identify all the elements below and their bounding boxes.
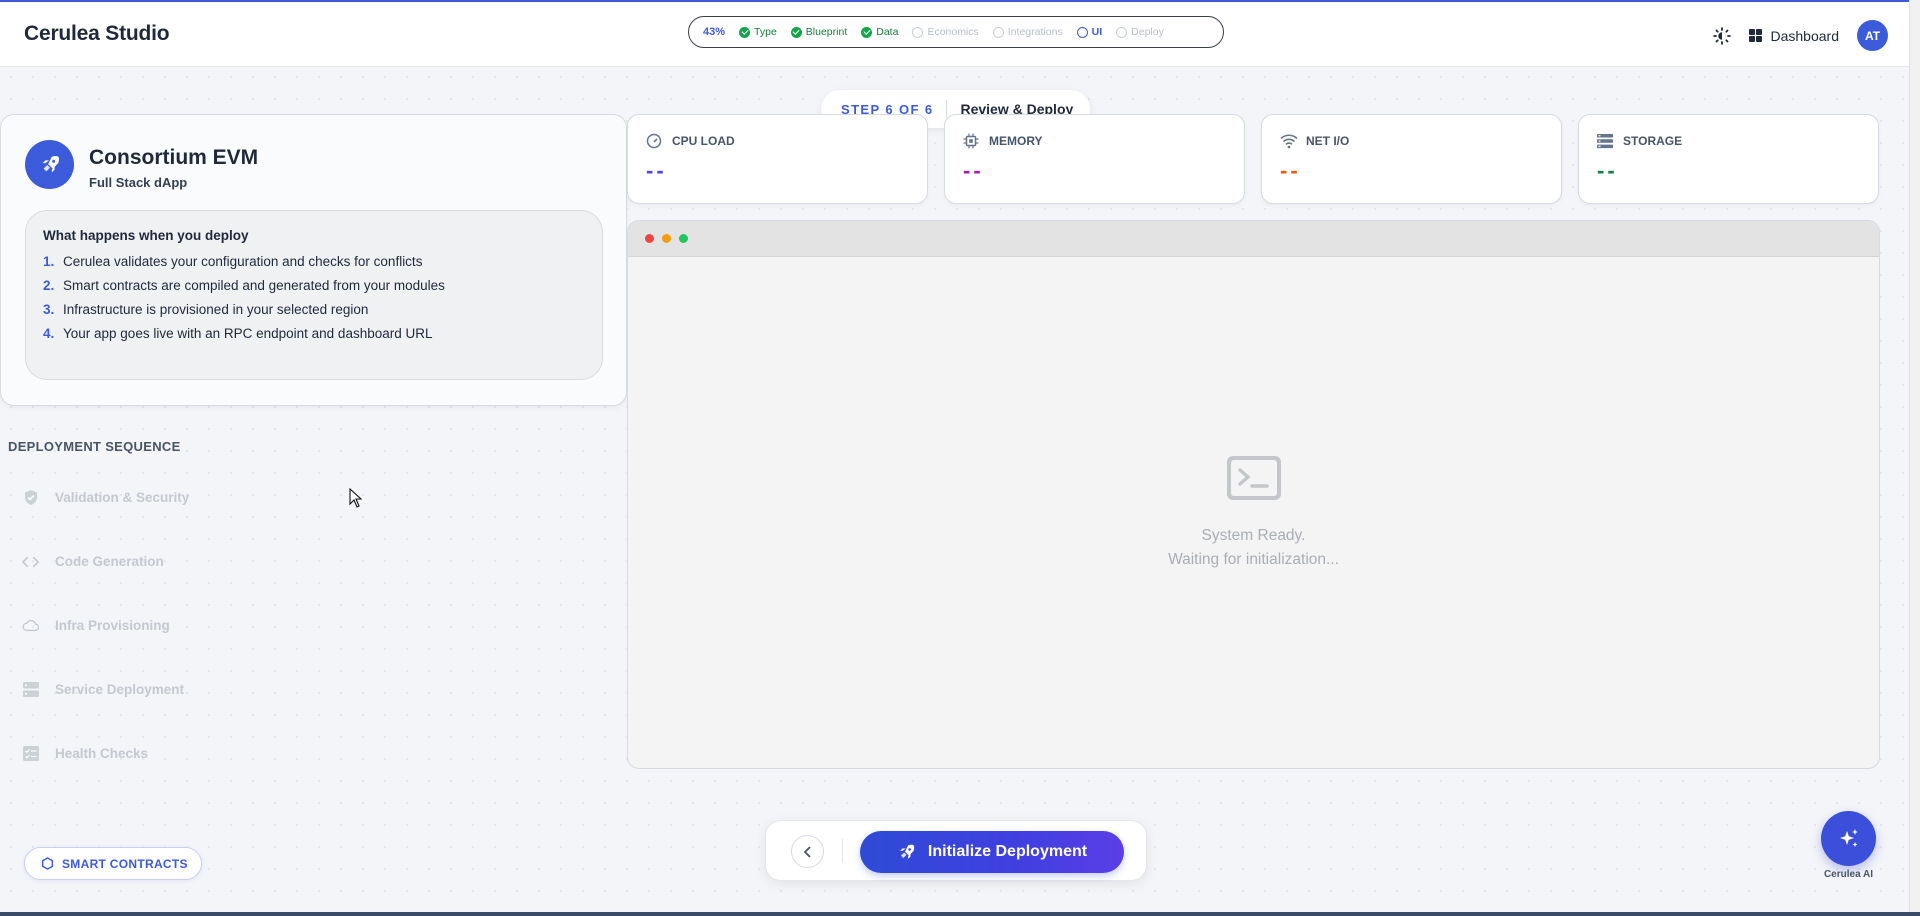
user-avatar[interactable]: AT [1857, 20, 1888, 51]
code-icon [22, 553, 39, 570]
sequence-item-service: Service Deployment [22, 681, 184, 698]
explainer-item: 1. Cerulea validates your configuration a… [43, 254, 423, 269]
window-maximize-dot [679, 234, 688, 243]
divider [842, 839, 843, 863]
wifi-icon [1280, 133, 1298, 149]
deployment-sequence-title: DEPLOYMENT SEQUENCE [8, 439, 181, 454]
project-name: Consortium EVM [89, 146, 259, 169]
database-icon [1597, 133, 1613, 149]
ai-assistant-label: Cerulea AI [1823, 869, 1874, 880]
circle-icon [1076, 26, 1088, 38]
progress-step-ui[interactable]: UI [1076, 26, 1102, 38]
explainer-list: 1. Cerulea validates your configuration a… [43, 254, 585, 341]
metric-value: -- [1597, 158, 1618, 183]
ai-assistant-button[interactable] [1821, 811, 1876, 866]
project-summary-card: Consortium EVM Full Stack dApp What happ… [0, 114, 627, 406]
smart-contracts-button[interactable]: SMART CONTRACTS [24, 847, 202, 880]
progress-step-type[interactable]: Type [739, 26, 777, 38]
initialize-deployment-button[interactable]: Initialize Deployment [860, 831, 1124, 873]
check-icon [790, 26, 802, 38]
checklist-icon [22, 745, 39, 762]
metric-value: -- [646, 158, 667, 183]
metric-label: NET I/O [1306, 134, 1350, 148]
window-close-dot [645, 234, 654, 243]
explainer-item: 4. Your app goes live with an RPC endpoin… [43, 326, 433, 341]
action-bar: Initialize Deployment [765, 820, 1147, 881]
check-icon [861, 26, 873, 38]
circle-icon [992, 26, 1004, 38]
progress-percent: 43% [703, 26, 726, 38]
explainer-title: What happens when you deploy [43, 228, 249, 243]
project-type: Full Stack dApp [89, 175, 188, 190]
sequence-item-health: Health Checks [22, 745, 148, 762]
header-actions: Dashboard AT [1712, 20, 1888, 51]
cloud-icon [22, 617, 39, 634]
server-icon [22, 681, 39, 698]
wizard-progress: 43% Type Blueprint Data Economics Integr… [688, 16, 1224, 48]
gauge-icon [646, 133, 662, 149]
dashboard-button[interactable]: Dashboard [1748, 28, 1839, 44]
hexagon-icon [41, 857, 54, 870]
console-empty-state: System Ready. Waiting for initialization… [628, 456, 1879, 572]
metric-value: -- [963, 158, 984, 183]
progress-step-blueprint[interactable]: Blueprint [790, 26, 847, 38]
chip-icon [963, 133, 979, 149]
brand-title[interactable]: Cerulea Studio [24, 22, 170, 46]
metric-label: STORAGE [1623, 134, 1683, 148]
metric-cpu-load: CPU LOAD -- [627, 114, 928, 204]
shield-icon [22, 489, 39, 506]
check-icon [739, 26, 751, 38]
mouse-cursor-icon [349, 487, 363, 513]
chevron-left-icon [803, 845, 811, 858]
top-header: Cerulea Studio 43% Type Blueprint Data E… [0, 2, 1920, 67]
sequence-item-infra: Infra Provisioning [22, 617, 170, 634]
progress-step-integrations[interactable]: Integrations [992, 26, 1063, 38]
explainer-item: 3. Infrastructure is provisioned in your … [43, 302, 369, 317]
metric-label: MEMORY [989, 134, 1043, 148]
circle-icon [1116, 26, 1128, 38]
rocket-icon [900, 844, 915, 859]
console-status-line: Waiting for initialization... [1168, 551, 1339, 568]
terminal-icon [1226, 456, 1281, 500]
deploy-explainer: What happens when you deploy 1. Cerulea v… [25, 210, 603, 380]
console-titlebar [628, 221, 1879, 257]
progress-step-deploy[interactable]: Deploy [1116, 26, 1164, 38]
metric-memory: MEMORY -- [944, 114, 1245, 204]
divider [946, 100, 948, 118]
sequence-item-validation: Validation & Security [22, 489, 189, 506]
sequence-item-codegen: Code Generation [22, 553, 164, 570]
progress-step-economics[interactable]: Economics [912, 26, 979, 38]
dashboard-grid-icon [1748, 29, 1762, 42]
sparkles-icon [1839, 828, 1858, 847]
metric-label: CPU LOAD [672, 134, 735, 148]
circle-icon [912, 26, 924, 38]
progress-step-data[interactable]: Data [861, 26, 898, 38]
console-status-line: System Ready. [1201, 527, 1306, 544]
scrollbar-track[interactable] [1909, 0, 1920, 916]
deployment-console[interactable]: System Ready. Waiting for initialization… [627, 220, 1880, 769]
metric-storage: STORAGE -- [1578, 114, 1879, 204]
explainer-item: 2. Smart contracts are compiled and gener… [43, 278, 445, 293]
theme-toggle-icon[interactable] [1712, 26, 1731, 45]
window-bottom-border [0, 912, 1920, 916]
metric-value: -- [1280, 158, 1301, 183]
back-button[interactable] [791, 835, 824, 868]
window-minimize-dot [662, 234, 671, 243]
metric-net-io: NET I/O -- [1261, 114, 1562, 204]
rocket-icon [25, 140, 74, 189]
